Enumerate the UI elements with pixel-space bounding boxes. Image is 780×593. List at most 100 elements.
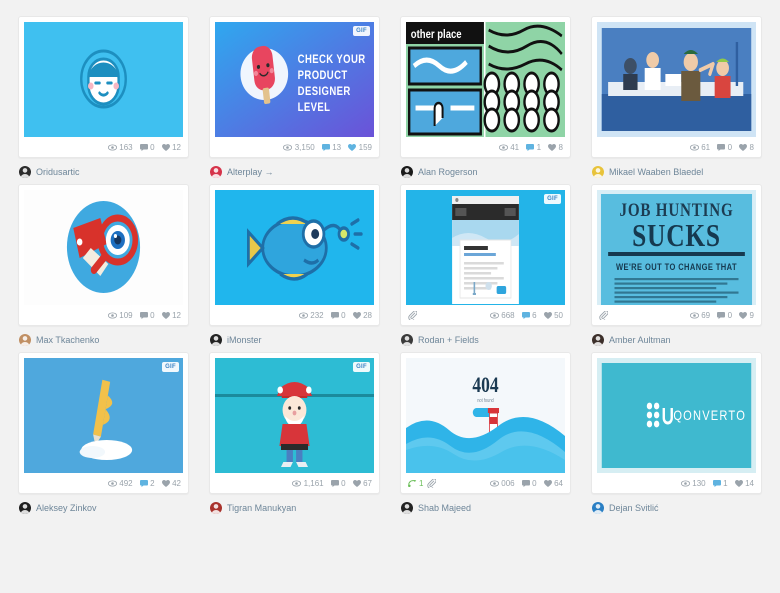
- shot-thumbnail[interactable]: CHECK YOUR PRODUCT DESIGNER LEVEL GIF: [215, 22, 374, 137]
- author-name[interactable]: Rodan + Fields: [418, 335, 479, 346]
- shot-stats: 163 0 12: [24, 137, 183, 157]
- attachment-icon[interactable]: [408, 310, 417, 320]
- shot-thumbnail[interactable]: QONVERTO: [597, 358, 756, 473]
- author-name[interactable]: Tigran Manukyan: [227, 503, 296, 514]
- attachment-icon[interactable]: [427, 478, 437, 488]
- author-name[interactable]: Aleksey Zinkov: [36, 503, 97, 514]
- shot-thumbnail[interactable]: [24, 190, 183, 305]
- shot-thumbnail[interactable]: other place: [406, 22, 565, 137]
- avatar-image: [592, 502, 604, 514]
- shot-cell: GIF 668 6 50 Rodan + Fields: [390, 178, 581, 346]
- svg-text:LEVEL: LEVEL: [298, 101, 331, 114]
- likes-stat[interactable]: 64: [543, 479, 563, 488]
- shot-card[interactable]: 61 0 8: [591, 16, 762, 158]
- avatar[interactable]: [19, 502, 31, 514]
- shot-card[interactable]: JOB HUNTING SUCKS WE'RE OUT TO CHANGE THAT…: [591, 184, 762, 326]
- likes-stat[interactable]: 14: [734, 479, 754, 488]
- author-name[interactable]: Shab Majeed: [418, 503, 471, 514]
- likes-stat[interactable]: 67: [352, 479, 372, 488]
- shot-card[interactable]: QONVERTO 130 1 14: [591, 352, 762, 494]
- shot-author[interactable]: Aleksey Zinkov: [18, 494, 189, 514]
- shot-card[interactable]: GIF 492 2 42: [18, 352, 189, 494]
- shot-thumbnail[interactable]: 404 not found: [406, 358, 565, 473]
- shot-thumbnail[interactable]: [597, 22, 756, 137]
- author-name[interactable]: iMonster: [227, 335, 262, 346]
- shot-author[interactable]: Oridusartic: [18, 158, 189, 178]
- avatar[interactable]: [592, 334, 604, 346]
- likes-stat[interactable]: 12: [161, 311, 181, 320]
- likes-stat[interactable]: 8: [548, 143, 563, 152]
- likes-stat[interactable]: 28: [352, 311, 372, 320]
- avatar[interactable]: [210, 502, 222, 514]
- views-stat: 1,161: [292, 479, 324, 488]
- shot-author[interactable]: Alan Rogerson: [400, 158, 571, 178]
- shot-author[interactable]: iMonster: [209, 326, 380, 346]
- shot-thumbnail[interactable]: GIF: [406, 190, 565, 305]
- shot-card[interactable]: other place 41 1 8: [400, 16, 571, 158]
- comments-stat[interactable]: 0: [521, 479, 537, 488]
- rebound-count[interactable]: 1: [408, 479, 423, 488]
- shot-card[interactable]: 163 0 12: [18, 16, 189, 158]
- shot-card[interactable]: 232 0 28: [209, 184, 380, 326]
- author-name[interactable]: Amber Aultman: [609, 335, 671, 346]
- comments-stat[interactable]: 0: [717, 311, 732, 320]
- shot-thumbnail[interactable]: [24, 22, 183, 137]
- avatar-image: [210, 502, 222, 514]
- avatar[interactable]: [210, 334, 222, 346]
- comments-stat[interactable]: 1: [526, 143, 541, 152]
- avatar[interactable]: [592, 166, 604, 178]
- author-name[interactable]: Dejan Svitlić: [609, 503, 659, 514]
- shot-author[interactable]: Mikael Waaben Blaedel: [591, 158, 762, 178]
- author-name[interactable]: Max Tkachenko: [36, 335, 99, 346]
- shot-thumbnail[interactable]: [215, 190, 374, 305]
- shot-card[interactable]: 404 not found 1 006 0 64: [400, 352, 571, 494]
- shot-card[interactable]: GIF 668 6 50: [400, 184, 571, 326]
- shot-card[interactable]: 109 0 12: [18, 184, 189, 326]
- likes-stat[interactable]: 12: [161, 143, 181, 152]
- gif-badge: GIF: [544, 194, 561, 204]
- comments-stat[interactable]: 0: [330, 311, 346, 320]
- shot-card[interactable]: GIF 1,161 0 67: [209, 352, 380, 494]
- views-stat: 3,150: [283, 143, 315, 152]
- likes-stat[interactable]: 42: [161, 479, 181, 488]
- shot-author[interactable]: Max Tkachenko: [18, 326, 189, 346]
- comments-stat[interactable]: 6: [521, 311, 537, 320]
- avatar[interactable]: [19, 166, 31, 178]
- author-name[interactable]: Oridusartic: [36, 167, 80, 178]
- author-name[interactable]: Mikael Waaben Blaedel: [609, 167, 703, 178]
- likes-stat[interactable]: 159: [348, 143, 372, 152]
- comments-stat[interactable]: 0: [717, 143, 732, 152]
- avatar[interactable]: [210, 166, 222, 178]
- author-name[interactable]: Alan Rogerson: [418, 167, 478, 178]
- avatar[interactable]: [401, 334, 413, 346]
- comments-stat[interactable]: 13: [321, 143, 341, 152]
- heart-icon: [543, 311, 552, 319]
- avatar[interactable]: [401, 502, 413, 514]
- shot-thumbnail[interactable]: GIF: [215, 358, 374, 473]
- shot-author[interactable]: Rodan + Fields: [400, 326, 571, 346]
- comments-stat[interactable]: 0: [330, 479, 346, 488]
- comments-stat[interactable]: 0: [139, 143, 155, 152]
- avatar-image: [19, 502, 31, 514]
- shot-author[interactable]: Dejan Svitlić: [591, 494, 762, 514]
- heart-icon: [161, 311, 170, 319]
- shot-author[interactable]: Amber Aultman: [591, 326, 762, 346]
- comments-stat[interactable]: 1: [712, 479, 728, 488]
- attachment-icon[interactable]: [599, 310, 608, 320]
- likes-stat[interactable]: 8: [739, 143, 754, 152]
- shot-author[interactable]: Alterplay →: [209, 158, 380, 178]
- comments-stat[interactable]: 2: [139, 479, 155, 488]
- comments-stat[interactable]: 0: [139, 311, 155, 320]
- likes-stat[interactable]: 9: [739, 311, 754, 320]
- likes-stat[interactable]: 50: [543, 311, 563, 320]
- shot-thumbnail[interactable]: JOB HUNTING SUCKS WE'RE OUT TO CHANGE THAT: [597, 190, 756, 305]
- shot-author[interactable]: Shab Majeed: [400, 494, 571, 514]
- avatar[interactable]: [401, 166, 413, 178]
- avatar[interactable]: [19, 334, 31, 346]
- shot-card[interactable]: CHECK YOUR PRODUCT DESIGNER LEVEL GIF 3,150…: [209, 16, 380, 158]
- shot-cell: CHECK YOUR PRODUCT DESIGNER LEVEL GIF 3,150…: [199, 10, 390, 178]
- author-name[interactable]: Alterplay →: [227, 167, 274, 178]
- shot-thumbnail[interactable]: GIF: [24, 358, 183, 473]
- shot-author[interactable]: Tigran Manukyan: [209, 494, 380, 514]
- avatar[interactable]: [592, 502, 604, 514]
